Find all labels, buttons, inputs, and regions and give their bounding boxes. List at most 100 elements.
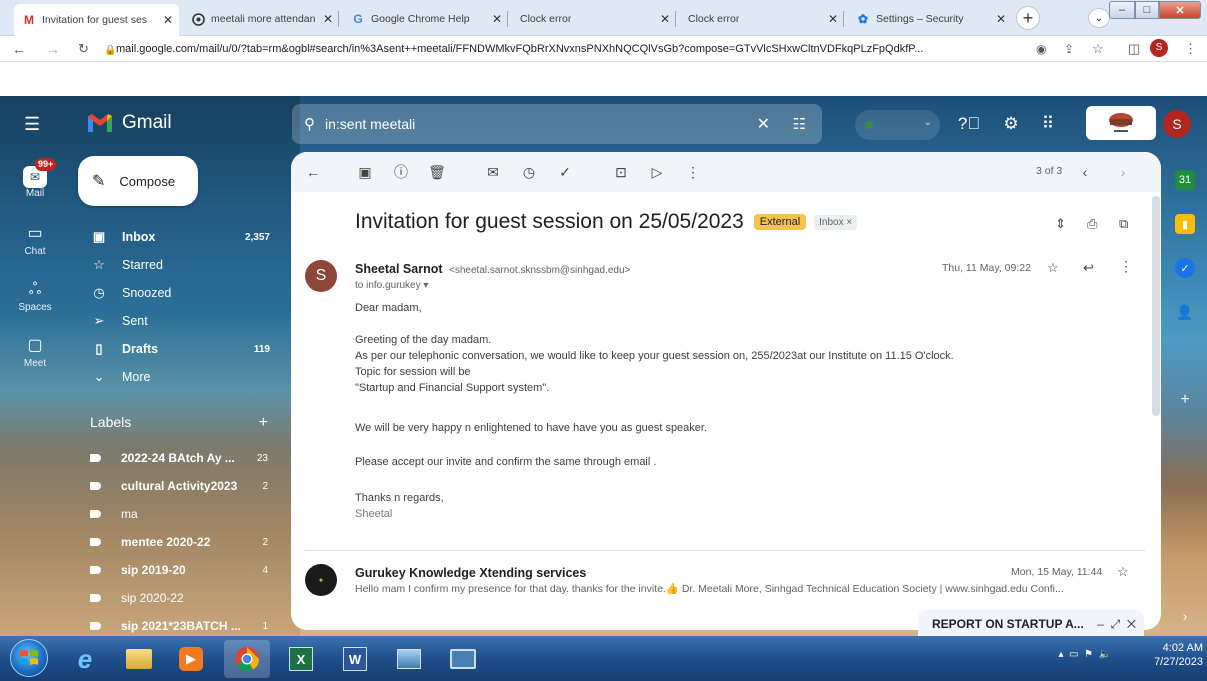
tasks-icon[interactable]: ✓: [1175, 258, 1195, 278]
minimized-draft[interactable]: REPORT ON STARTUP A... – ⤢ ✕: [918, 610, 1144, 636]
rail-spaces[interactable]: ஃ Spaces: [0, 280, 70, 313]
lock-icon[interactable]: 🔒: [104, 41, 116, 61]
close-tab-icon[interactable]: ✕: [992, 12, 1006, 26]
draft-window-controls[interactable]: – ⤢ ✕: [1097, 617, 1136, 632]
sender-avatar[interactable]: S: [305, 260, 337, 292]
new-tab-button[interactable]: +: [1016, 6, 1040, 30]
side-panel-icon[interactable]: ◫: [1128, 39, 1140, 59]
eye-icon[interactable]: ◉: [1036, 39, 1046, 59]
chrome-menu-icon[interactable]: ⋮: [1184, 39, 1197, 59]
keep-icon[interactable]: ▮: [1175, 214, 1195, 234]
star-icon[interactable]: ☆: [1117, 564, 1129, 580]
browser-tab-clock-error-1[interactable]: Clock error ✕: [512, 6, 676, 32]
browser-tab-clock-error-2[interactable]: Clock error ✕: [680, 6, 844, 32]
forward-icon[interactable]: →: [46, 39, 60, 59]
internet-explorer-icon[interactable]: e: [62, 640, 108, 678]
search-bar[interactable]: ⚲ in:sent meetali ✕ ☷: [292, 104, 822, 144]
more-options-icon[interactable]: ⋮: [683, 162, 703, 182]
reload-icon[interactable]: ↻: [78, 39, 89, 59]
delete-icon[interactable]: 🗑: [427, 162, 447, 182]
compose-button[interactable]: ✎ Compose: [78, 156, 198, 206]
label-item[interactable]: sip 2019-20 4: [90, 558, 270, 582]
apps-grid-icon[interactable]: ⠿: [1034, 110, 1062, 138]
profile-avatar[interactable]: S: [1150, 39, 1168, 57]
folder-more[interactable]: ⌄ More: [90, 365, 270, 389]
file-explorer-icon[interactable]: [116, 640, 162, 678]
sender-name[interactable]: Sheetal Sarnot: [355, 262, 443, 276]
excel-icon[interactable]: X: [278, 640, 324, 678]
account-avatar[interactable]: S: [1163, 110, 1191, 138]
search-options-icon[interactable]: ☷: [793, 115, 806, 133]
search-icon[interactable]: ⚲: [304, 115, 315, 133]
folder-inbox[interactable]: ▣ Inbox 2,357: [90, 225, 270, 249]
clock-time[interactable]: 4:02 AM: [1154, 641, 1203, 655]
contacts-icon[interactable]: 👤: [1175, 302, 1195, 322]
label-item[interactable]: mentee 2020-22 2: [90, 530, 270, 554]
url-field[interactable]: mail.google.com/mail/u/0/?tab=rm&ogbl#se…: [116, 39, 1026, 59]
expand-collapse-icon[interactable]: ⇕: [1055, 216, 1066, 232]
message-scrollbar[interactable]: [1152, 196, 1160, 416]
word-icon[interactable]: W: [332, 640, 378, 678]
label-item[interactable]: sip 2020-22: [90, 586, 270, 610]
close-tab-icon[interactable]: ✕: [824, 12, 838, 26]
label-item[interactable]: 2022-24 BAtch Ay ... 23: [90, 446, 270, 470]
help-icon[interactable]: ?⃝: [955, 110, 983, 138]
show-side-panel-icon[interactable]: ›: [1175, 606, 1195, 626]
network-app-icon[interactable]: [386, 640, 432, 678]
minimize-button[interactable]: –: [1109, 1, 1135, 19]
folder-drafts[interactable]: ▯ Drafts 119: [90, 337, 270, 361]
snooze-icon[interactable]: ◷: [519, 162, 539, 182]
back-icon[interactable]: ←: [12, 39, 26, 59]
inbox-label-chip[interactable]: Inbox ×: [814, 214, 858, 230]
browser-tab-chrome-help[interactable]: G Google Chrome Help ✕: [343, 6, 508, 32]
reply-snippet[interactable]: Hello mam I confirm my presence for that…: [355, 582, 1135, 595]
label-item[interactable]: sip 2021*23BATCH ... 1: [90, 614, 270, 636]
add-addon-icon[interactable]: +: [1175, 390, 1195, 410]
move-to-icon[interactable]: ⊡: [611, 162, 631, 182]
report-spam-icon[interactable]: ⓘ: [391, 162, 411, 182]
maximize-button[interactable]: □: [1135, 1, 1159, 19]
browser-tab-attendance[interactable]: meetali more attendan ✕: [183, 6, 339, 32]
folder-starred[interactable]: ☆ Starred: [90, 253, 270, 277]
mark-unread-icon[interactable]: ✉: [483, 162, 503, 182]
folder-sent[interactable]: ➢ Sent: [90, 309, 270, 333]
reply-sender-name[interactable]: Gurukey Knowledge Xtending services: [355, 566, 586, 580]
archive-icon[interactable]: ▣: [355, 162, 375, 182]
tab-search-button[interactable]: ⌄: [1088, 8, 1110, 28]
share-icon[interactable]: ⇪: [1064, 39, 1074, 59]
status-toggle[interactable]: ⌄: [855, 110, 940, 140]
chrome-taskbar-icon[interactable]: [224, 640, 270, 678]
star-icon[interactable]: ☆: [1047, 260, 1059, 276]
bookmark-star-icon[interactable]: ☆: [1092, 39, 1104, 59]
back-arrow-icon[interactable]: ←: [303, 162, 323, 182]
close-tab-icon[interactable]: ✕: [488, 12, 502, 26]
gear-icon[interactable]: ⚙: [997, 110, 1025, 138]
add-task-icon[interactable]: ✓: [555, 162, 575, 182]
newer-chevron-icon[interactable]: ‹: [1075, 162, 1095, 182]
print-icon[interactable]: ⎙: [1087, 216, 1097, 232]
browser-tab-gmail[interactable]: M Invitation for guest ses ✕: [14, 4, 179, 36]
media-player-icon[interactable]: ▶: [168, 640, 214, 678]
label-item[interactable]: ma: [90, 502, 270, 526]
close-tab-icon[interactable]: ✕: [158, 13, 173, 27]
search-input[interactable]: in:sent meetali: [325, 116, 415, 132]
rail-mail[interactable]: ✉ 99+ Mail: [0, 158, 70, 199]
folder-snoozed[interactable]: ◷ Snoozed: [90, 281, 270, 305]
clock-date[interactable]: 7/27/2023: [1154, 655, 1203, 669]
browser-tab-settings[interactable]: ✿ Settings – Security ✕: [848, 6, 1012, 32]
open-new-window-icon[interactable]: ⧉: [1119, 216, 1128, 232]
more-options-icon[interactable]: ⋮: [1119, 258, 1133, 275]
rail-meet[interactable]: ▢ Meet: [0, 336, 70, 369]
label-item[interactable]: cultural Activity2023 2: [90, 474, 270, 498]
organization-logo[interactable]: [1086, 106, 1156, 140]
tray-icons[interactable]: ▴ ▭ ⚑ 🔈: [1058, 648, 1111, 662]
clear-search-icon[interactable]: ✕: [757, 114, 770, 134]
start-button[interactable]: [10, 639, 48, 677]
calendar-icon[interactable]: 31: [1175, 170, 1195, 190]
add-label-icon[interactable]: +: [259, 414, 268, 432]
reply-sender-avatar[interactable]: ✦: [305, 564, 337, 596]
display-app-icon[interactable]: [440, 640, 486, 678]
label-icon[interactable]: ▷: [647, 162, 667, 182]
recipient-line[interactable]: to info.gurukey ▾: [355, 280, 428, 291]
rail-chat[interactable]: ▭ Chat: [0, 224, 70, 257]
